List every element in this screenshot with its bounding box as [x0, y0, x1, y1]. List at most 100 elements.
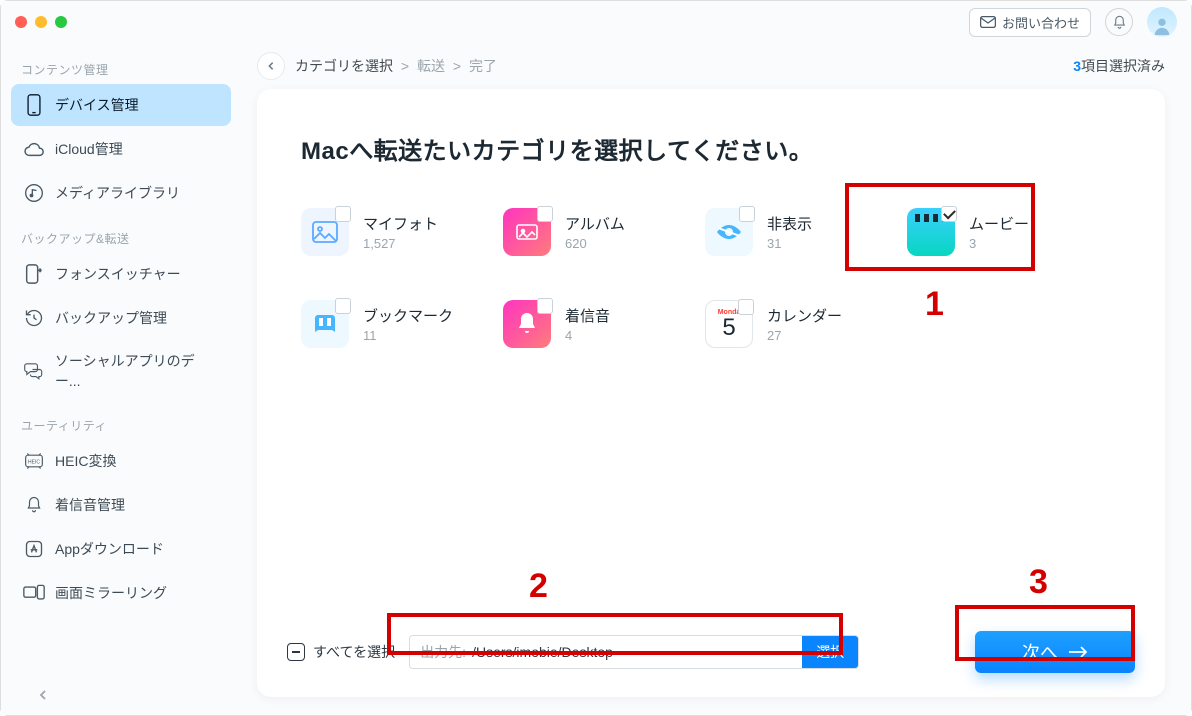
next-label: 次へ: [1022, 639, 1058, 665]
sidebar-item-label: ソーシャルアプリのデー...: [55, 351, 219, 391]
breadcrumb: カテゴリを選択 > 転送 > 完了: [295, 56, 497, 76]
checkbox-icon[interactable]: [335, 298, 351, 314]
selected-count-number: 3: [1073, 58, 1081, 74]
window-controls: [15, 16, 67, 28]
sidebar-section-content: コンテンツ管理: [1, 47, 241, 84]
photo-icon: [301, 208, 349, 256]
checkbox-icon[interactable]: [537, 206, 553, 222]
category-count: 1,527: [363, 236, 438, 251]
sidebar-item-phoneswitcher[interactable]: フォンスイッチャー: [11, 253, 231, 295]
destination-input[interactable]: [472, 644, 802, 660]
category-bookmark[interactable]: ブックマーク 11: [301, 300, 501, 348]
appstore-icon: [23, 538, 45, 560]
category-count: 4: [565, 328, 610, 343]
album-icon: [503, 208, 551, 256]
arrow-right-icon: [1068, 646, 1088, 658]
checkbox-icon[interactable]: [335, 206, 351, 222]
notifications-button[interactable]: [1105, 8, 1133, 36]
sidebar-section-backup: バックアップ&転送: [1, 216, 241, 253]
annotation-number-3: 3: [1029, 563, 1048, 602]
category-label: アルバム: [565, 213, 625, 234]
category-photo[interactable]: マイフォト 1,527: [301, 208, 501, 256]
sidebar-item-label: メディアライブラリ: [55, 183, 180, 203]
checkbox-icon[interactable]: [739, 206, 755, 222]
phone-switch-icon: [23, 263, 45, 285]
checkbox-checked-icon[interactable]: [941, 206, 957, 222]
sidebar-item-backup[interactable]: バックアップ管理: [11, 297, 231, 339]
select-all-toggle[interactable]: すべてを選択: [287, 642, 395, 662]
bottom-bar: すべてを選択 出力先: 選択 次へ: [287, 631, 1135, 673]
music-note-icon: [23, 182, 45, 204]
annotation-number-2: 2: [529, 567, 548, 606]
sidebar-collapse-button[interactable]: [37, 689, 49, 701]
main-area: カテゴリを選択 > 転送 > 完了 3項目選択済み Macへ転送たいカテゴリを選…: [241, 43, 1191, 715]
category-label: ブックマーク: [363, 305, 453, 326]
sidebar-item-label: iCloud管理: [55, 139, 123, 159]
sidebar-item-label: HEIC変換: [55, 451, 116, 471]
sidebar-item-label: バックアップ管理: [55, 308, 167, 328]
category-count: 11: [363, 328, 453, 343]
category-label: カレンダー: [767, 305, 842, 326]
sidebar-item-device[interactable]: デバイス管理: [11, 84, 231, 126]
cloud-icon: [23, 138, 45, 160]
sidebar-item-mirror[interactable]: 画面ミラーリング: [11, 572, 231, 614]
checkbox-icon[interactable]: [537, 298, 553, 314]
sidebar: コンテンツ管理 デバイス管理 iCloud管理 メディアライブラリ バックアップ…: [1, 43, 241, 715]
chevron-left-icon: [266, 61, 276, 71]
maximize-window-icon[interactable]: [55, 16, 67, 28]
bookmark-icon: [301, 300, 349, 348]
bell-icon: [1112, 15, 1127, 30]
destination-label: 出力先:: [410, 642, 472, 662]
selected-count: 3項目選択済み: [1073, 56, 1165, 76]
category-hidden[interactable]: 非表示31: [705, 208, 905, 256]
breadcrumb-step1: カテゴリを選択: [295, 58, 393, 74]
sidebar-item-label: デバイス管理: [55, 95, 139, 115]
screens-icon: [23, 582, 45, 604]
breadcrumb-step3: 完了: [469, 58, 497, 74]
next-button[interactable]: 次へ: [975, 631, 1135, 673]
sidebar-item-label: 着信音管理: [55, 495, 125, 515]
sidebar-item-heic[interactable]: HEIC HEIC変換: [11, 440, 231, 482]
sidebar-item-social[interactable]: ソーシャルアプリのデー...: [11, 341, 231, 401]
user-avatar[interactable]: [1147, 7, 1177, 37]
back-button[interactable]: [257, 52, 285, 80]
content-panel: Macへ転送たいカテゴリを選択してください。 マイフォト 1,527 アルバム 62…: [257, 89, 1165, 697]
heic-icon: HEIC: [23, 450, 45, 472]
sidebar-item-ringtone[interactable]: 着信音管理: [11, 484, 231, 526]
minimize-window-icon[interactable]: [35, 16, 47, 28]
titlebar: お問い合わせ: [1, 1, 1191, 43]
checkbox-icon[interactable]: [738, 299, 754, 315]
svg-text:HEIC: HEIC: [28, 460, 40, 466]
category-calendar[interactable]: Monda 5 カレンダー 27: [705, 300, 905, 348]
category-ringtone[interactable]: 着信音 4: [503, 300, 703, 348]
close-window-icon[interactable]: [15, 16, 27, 28]
choose-destination-button[interactable]: 選択: [802, 636, 858, 668]
destination-field: 出力先: 選択: [409, 635, 859, 669]
category-label: 着信音: [565, 305, 610, 326]
contact-button[interactable]: お問い合わせ: [969, 8, 1091, 37]
category-album[interactable]: アルバム 620: [503, 208, 703, 256]
sidebar-item-label: 画面ミラーリング: [55, 583, 167, 603]
contact-label: お問い合わせ: [1002, 13, 1080, 32]
category-label: マイフォト: [363, 213, 438, 234]
checkbox-indeterminate-icon: [287, 643, 305, 661]
sidebar-item-media[interactable]: メディアライブラリ: [11, 172, 231, 214]
sidebar-item-appdownload[interactable]: Appダウンロード: [11, 528, 231, 570]
sidebar-item-icloud[interactable]: iCloud管理: [11, 128, 231, 170]
chat-icon: [23, 360, 45, 382]
category-label: 非表示: [767, 213, 812, 234]
breadcrumb-row: カテゴリを選択 > 転送 > 完了 3項目選択済み: [241, 43, 1191, 89]
bell-icon: [23, 494, 45, 516]
sidebar-section-utility: ユーティリティ: [1, 403, 241, 440]
eye-off-icon: [705, 208, 753, 256]
page-title: Macへ転送たいカテゴリを選択してください。: [301, 131, 1121, 166]
category-count: 3: [969, 236, 1029, 251]
movie-icon: [907, 208, 955, 256]
category-movie[interactable]: ムービー3: [907, 208, 1107, 256]
select-all-label: すべてを選択: [313, 642, 395, 662]
calendar-icon: Monda 5: [705, 300, 753, 348]
category-count: 27: [767, 328, 842, 343]
mail-icon: [980, 16, 996, 28]
sidebar-item-label: フォンスイッチャー: [55, 264, 181, 284]
category-count: 620: [565, 236, 625, 251]
